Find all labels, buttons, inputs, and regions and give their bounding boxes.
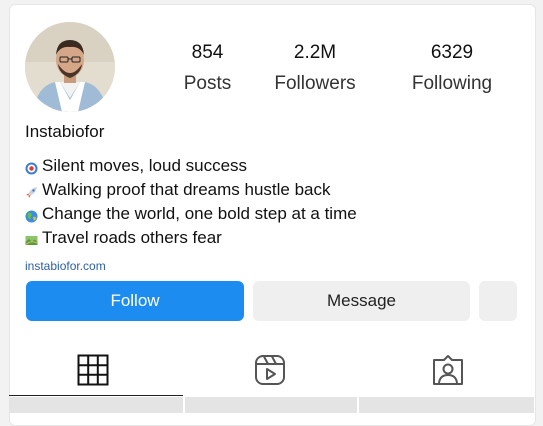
stat-followers[interactable]: 2.2M Followers [268,42,362,95]
bio-line: Travel roads others fear [25,226,357,250]
tab-tagged[interactable] [432,354,464,391]
followers-count: 2.2M [293,42,337,63]
bio-text: Silent moves, loud success [42,156,248,175]
bio-line: Walking proof that dreams hustle back [25,178,357,202]
posts-label: Posts [183,73,232,94]
stat-posts[interactable]: 854 Posts [180,42,235,95]
stat-following[interactable]: 6329 Following [404,42,500,95]
avatar[interactable] [25,22,115,112]
following-count: 6329 [430,42,474,63]
active-tab-indicator [9,395,183,396]
bio-line: Change the world, one bold step at a tim… [25,202,357,226]
rocket-icon [25,184,38,198]
more-options-button[interactable] [479,281,517,321]
posts-count: 854 [191,42,224,63]
bio-line: Silent moves, loud success [25,154,357,178]
reels-icon [254,355,286,390]
profile-username: Instabiofor [25,122,105,141]
tab-posts-grid[interactable] [77,354,109,391]
message-button[interactable]: Message [253,281,470,321]
bio-text: Change the world, one bold step at a tim… [42,204,357,223]
post-thumbnail[interactable] [185,397,357,413]
tagged-user-icon [432,355,464,390]
bio: Silent moves, loud success Walking proof… [25,154,357,250]
follow-button[interactable]: Follow [26,281,244,321]
following-label: Following [411,73,493,94]
globe-icon [25,208,38,222]
grid-icon [77,354,109,390]
post-thumbnail[interactable] [9,397,183,413]
bio-text: Walking proof that dreams hustle back [42,180,331,199]
target-icon [25,160,38,174]
tab-reels[interactable] [254,354,286,391]
map-icon [25,232,38,245]
followers-label: Followers [274,73,356,94]
bio-text: Travel roads others fear [42,228,222,247]
post-thumbnail[interactable] [359,397,534,413]
profile-link[interactable]: instabiofor.com [25,259,106,273]
